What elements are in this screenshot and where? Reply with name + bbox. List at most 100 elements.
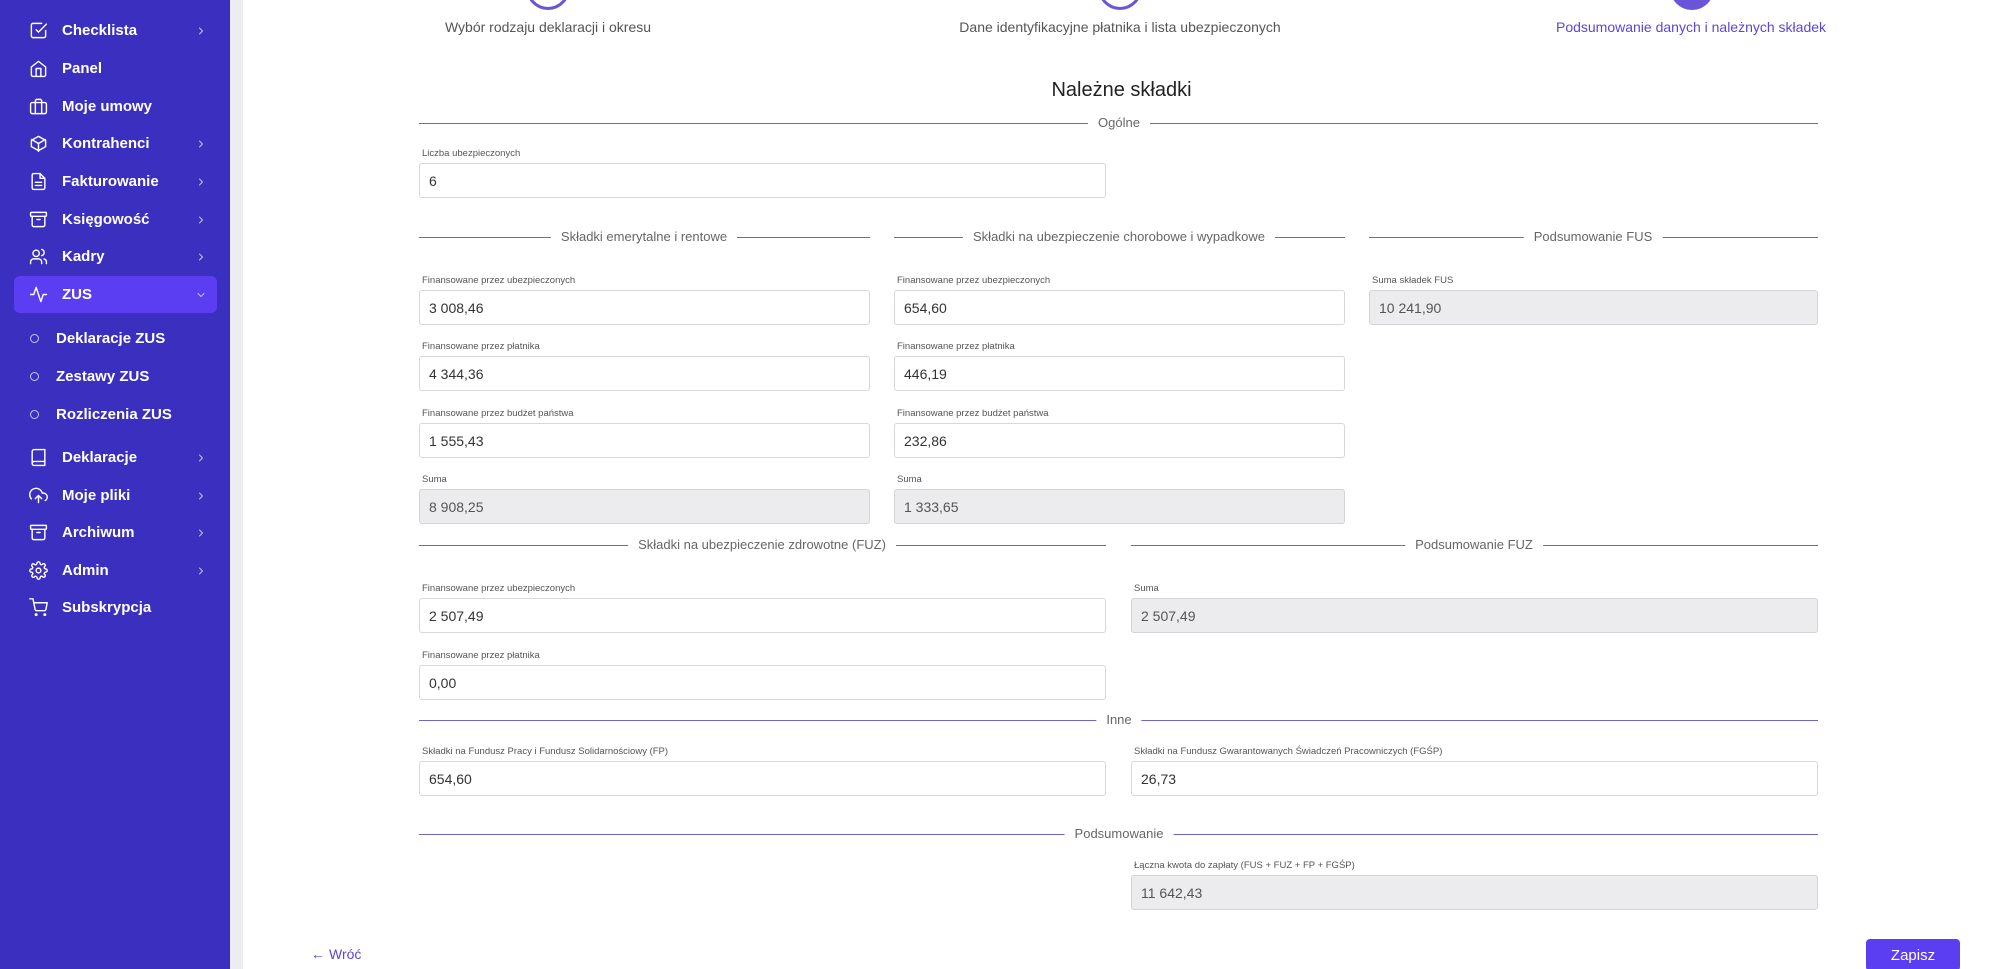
sidebar-subitem-rozliczenia-zus[interactable]: Rozliczenia ZUS [30,399,217,429]
circle-icon [30,333,39,343]
sidebar-subitem-zestawy-zus[interactable]: Zestawy ZUS [30,361,217,391]
cart-icon [28,598,48,618]
users-icon [28,247,48,267]
back-button[interactable]: ← Wróć [311,946,361,962]
save-button[interactable]: Zapisz [1866,939,1960,969]
sidebar-item-moje-pliki[interactable]: Moje pliki [14,477,217,514]
section-title-summary: Podsumowanie [1064,826,1174,841]
sidebar-item-label: Admin [62,562,109,579]
chevron-right-icon [193,249,209,265]
cloud-upload-icon [28,486,48,506]
sidebar-item-subskrypcja[interactable]: Subskrypcja [14,589,217,626]
sidebar-item-kadry[interactable]: Kadry [14,238,217,275]
pension-payer-input[interactable]: 4 344,36 [419,356,870,391]
fuz-sum-field: 2 507,49 [1131,598,1818,633]
sickness-sum-field: 1 333,65 [894,489,1345,524]
box-icon [28,134,48,154]
field-label: Składki na Fundusz Pracy i Fundusz Solid… [422,746,669,757]
chevron-right-icon [193,136,209,152]
step-label[interactable]: Dane identyfikacyjne płatnika i lista ub… [959,19,1280,35]
sidebar-item-label: Fakturowanie [62,173,159,190]
sidebar-subitem-deklaracje-zus[interactable]: Deklaracje ZUS [30,323,217,353]
sidebar-item-label: Kadry [62,248,105,265]
sidebar-item-label: Księgowość [62,211,150,228]
step-label-current: Podsumowanie danych i należnych składek [1555,19,1827,35]
sidebar-item-label: Checklista [62,22,138,39]
pension-insured-input[interactable]: 3 008,46 [419,290,870,325]
section-title-pension: Składki emerytalne i rentowe [550,229,738,244]
sidebar-item-label: Moje pliki [62,487,131,504]
step-indicator [526,0,570,10]
field-label: Łączna kwota do zapłaty (FUS + FUZ + FP … [1134,860,1355,871]
chevron-down-icon [193,287,209,303]
fp-input[interactable]: 654,60 [419,761,1106,796]
health-payer-input[interactable]: 0,00 [419,665,1106,700]
sickness-payer-input[interactable]: 446,19 [894,356,1345,391]
sidebar-item-label: Archiwum [62,524,135,541]
chevron-right-icon [193,212,209,228]
sidebar-subitem-label: Rozliczenia ZUS [56,405,172,423]
sidebar: Checklista Panel Moje umowy Kontrahenci … [0,0,230,969]
field-label: Liczba ubezpieczonych [422,148,521,159]
health-insured-input[interactable]: 2 507,49 [419,598,1106,633]
chevron-right-icon [193,174,209,190]
sidebar-subitem-label: Zestawy ZUS [56,367,150,385]
field-label: Finansowane przez ubezpieczonych [897,275,1051,286]
fgsp-input[interactable]: 26,73 [1131,761,1818,796]
sidebar-item-zus[interactable]: ZUS [14,276,217,313]
section-title-general: Ogólne [1088,115,1150,130]
chevron-right-icon [193,563,209,579]
field-label: Finansowane przez ubezpieczonych [422,275,576,286]
field-label: Finansowane przez budżet państwa [897,408,1049,419]
sidebar-item-deklaracje[interactable]: Deklaracje [14,439,217,476]
field-label: Finansowane przez ubezpieczonych [422,583,576,594]
circle-icon [30,409,39,419]
sickness-budget-input[interactable]: 232,86 [894,423,1345,458]
field-label: Finansowane przez płatnika [422,341,540,352]
sidebar-item-kontrahenci[interactable]: Kontrahenci [14,125,217,162]
sidebar-item-ksiegowosc[interactable]: Księgowość [14,201,217,238]
field-label: Suma [1134,583,1159,594]
chevron-right-icon [193,525,209,541]
briefcase-icon [28,97,48,117]
sidebar-item-label: Subskrypcja [62,599,152,616]
total-amount-field: 11 642,43 [1131,875,1818,910]
insured-count-input[interactable]: 6 [419,163,1106,198]
archive-icon [28,210,48,230]
section-title-other: Inne [1096,712,1142,727]
sidebar-item-moje-umowy[interactable]: Moje umowy [14,88,217,125]
checkbox-icon [28,21,48,41]
pension-sum-field: 8 908,25 [419,489,870,524]
fus-sum-field: 10 241,90 [1369,290,1818,325]
step-indicator [1098,0,1142,10]
back-label: Wróć [329,946,362,962]
sidebar-item-label: Kontrahenci [62,135,150,152]
sidebar-item-panel[interactable]: Panel [14,50,217,87]
field-label: Składki na Fundusz Gwarantowanych Świadc… [1134,746,1443,757]
chevron-right-icon [193,23,209,39]
section-title-fuz-summary: Podsumowanie FUZ [1405,537,1543,552]
section-title-health: Składki na ubezpieczenie zdrowotne (FUZ) [628,537,896,552]
field-label: Suma [422,474,447,485]
sidebar-item-admin[interactable]: Admin [14,552,217,589]
page-title: Należne składki [1051,79,1192,101]
step-indicator-current [1670,0,1714,10]
sidebar-item-label: Moje umowy [62,98,153,115]
field-label: Suma składek FUS [1372,275,1454,286]
main-content: Wybór rodzaju deklaracji i okresu Dane i… [243,0,2000,969]
field-label: Finansowane przez budżet państwa [422,408,574,419]
gear-icon [28,561,48,581]
step-label[interactable]: Wybór rodzaju deklaracji i okresu [445,19,651,35]
pension-budget-input[interactable]: 1 555,43 [419,423,870,458]
chevron-right-icon [193,450,209,466]
archive-box-icon [28,523,48,543]
sidebar-item-checklista[interactable]: Checklista [14,12,217,49]
sidebar-item-label: ZUS [62,286,92,303]
sickness-insured-input[interactable]: 654,60 [894,290,1345,325]
chevron-right-icon [193,488,209,504]
home-icon [28,59,48,79]
book-icon [28,448,48,468]
sidebar-item-archiwum[interactable]: Archiwum [14,514,217,551]
field-label: Finansowane przez płatnika [422,650,540,661]
sidebar-item-fakturowanie[interactable]: Fakturowanie [14,163,217,200]
